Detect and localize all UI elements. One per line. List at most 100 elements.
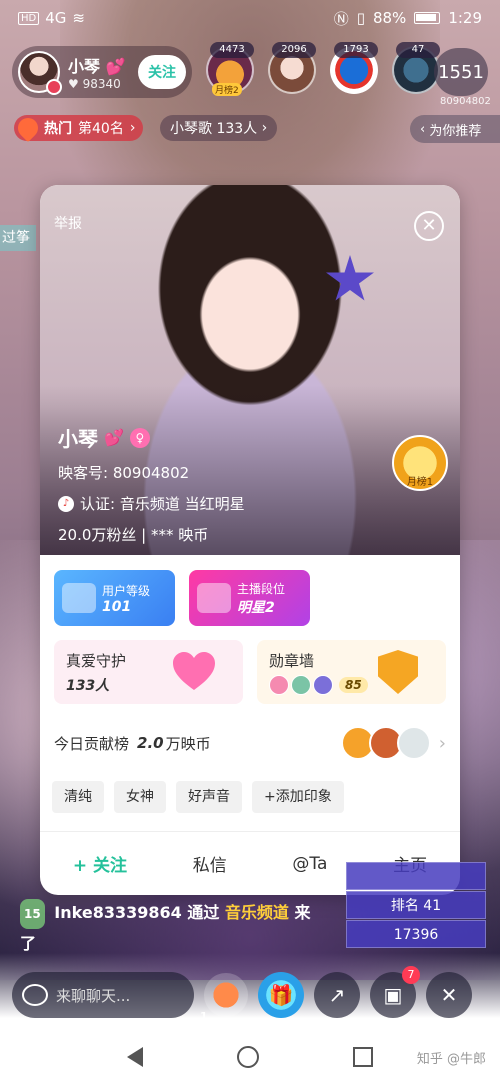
tag-chip[interactable]: 好声音 xyxy=(176,781,242,813)
bear-emoji-icon[interactable] xyxy=(22,984,48,1006)
recent-apps-icon[interactable] xyxy=(353,1046,373,1067)
chevron-left-icon: ‹ xyxy=(420,121,430,137)
song-pill[interactable]: 小琴歌 133人 › xyxy=(160,115,278,141)
heart-icon: 💕 xyxy=(104,428,124,447)
card-cert: ♪ 认证: 音乐频道 当红明星 xyxy=(58,493,245,514)
card-follow-button[interactable]: + 关注 xyxy=(73,851,127,876)
wifi-icon: ≋ xyxy=(72,9,85,27)
medal-icon xyxy=(269,675,289,695)
viewer-count: 1793 xyxy=(334,42,378,58)
love-guard-card[interactable]: 真爱守护 133人 xyxy=(54,640,243,704)
music-badge-icon xyxy=(46,79,62,95)
medal-wall-card[interactable]: 勋章墙 85 xyxy=(257,640,446,704)
host-rank-card[interactable]: 主播段位 明星2 xyxy=(189,570,310,626)
host-avatar[interactable] xyxy=(18,51,62,95)
side-tag: 过筝 xyxy=(0,225,36,251)
report-link[interactable]: 举报 xyxy=(54,213,82,233)
lucky-gift-icon[interactable]: 1 xyxy=(200,973,248,1023)
host-name: 小琴 💕 xyxy=(68,57,126,76)
back-icon[interactable] xyxy=(127,1046,143,1067)
crown-icon xyxy=(62,583,96,613)
chevron-right-icon: › xyxy=(129,120,136,136)
pair-row: 真爱守护 133人 勋章墙 85 xyxy=(54,640,446,704)
badges-row: 用户等级 101 主播段位 明星2 xyxy=(54,570,310,626)
viewer-avatar[interactable]: 4473 月榜2 xyxy=(206,42,254,96)
music-note-icon: ♪ xyxy=(58,495,74,512)
clock: 1:29 xyxy=(448,9,482,27)
host-info: 小琴 💕 ♥ 98340 xyxy=(68,53,126,91)
nfc-icon: Ⓝ xyxy=(333,9,349,28)
card-name: 小琴 💕 ♀ xyxy=(58,423,245,452)
hot-rank-pill[interactable]: 热门 第40名 › xyxy=(13,113,144,143)
battery-icon xyxy=(414,12,441,24)
tag-chip[interactable]: 女神 xyxy=(114,781,166,813)
host-bar[interactable]: 小琴 💕 ♥ 98340 关注 xyxy=(12,46,192,98)
contributor-avatar xyxy=(396,726,431,760)
user-level-title: 用户等级 xyxy=(102,583,151,598)
battery-percent: 88% xyxy=(372,9,407,27)
contrib-unit: 万映币 xyxy=(165,734,211,753)
chat-user[interactable]: Inke83339864 xyxy=(54,903,181,922)
close-icon[interactable]: ✕ xyxy=(426,972,472,1018)
contribution-row[interactable]: 今日贡献榜 2.0 万映币 › xyxy=(54,723,446,763)
viewer-tag: 月榜2 xyxy=(212,83,242,96)
online-count[interactable]: 1551 xyxy=(434,48,488,96)
recommend-button[interactable]: ‹ 为你推荐 xyxy=(410,115,500,143)
contrib-amount: 2.0 xyxy=(137,734,164,752)
mention-button[interactable]: @Ta xyxy=(292,854,327,874)
profile-card: 举报 ✕ 小琴 💕 ♀ 映客号: 80904802 ♪ 认证: 音乐频道 当红明… xyxy=(40,185,460,895)
heart-small-icon: ♥ xyxy=(68,77,83,91)
message-button[interactable]: 私信 xyxy=(193,851,227,876)
contrib-avatars xyxy=(340,726,431,760)
watermark: 知乎 @牛郎 xyxy=(416,1052,486,1067)
heart-icon: 💕 xyxy=(105,57,126,76)
vibrate-icon: ▯ xyxy=(356,9,365,27)
medal-count: 85 xyxy=(339,677,368,693)
follow-button[interactable]: 关注 xyxy=(138,55,186,89)
chevron-right-icon: › xyxy=(261,120,268,136)
host-fans: ♥ 98340 xyxy=(68,77,121,91)
monthly-rank-badge[interactable]: 月榜1 xyxy=(392,435,448,491)
gift-icon[interactable]: 🎁 xyxy=(258,972,304,1018)
rank-row: 排名 41 xyxy=(346,891,486,919)
contrib-label: 今日贡献榜 xyxy=(54,734,130,753)
top-viewers: 4473 月榜2 2096 1793 47 xyxy=(206,42,440,96)
viewer-avatar[interactable]: 47 xyxy=(392,42,440,94)
hot-rank: 第40名 xyxy=(78,121,124,137)
viewer-avatar[interactable]: 2096 xyxy=(268,42,316,94)
fire-icon xyxy=(13,113,43,143)
home-icon[interactable] xyxy=(237,1045,259,1068)
status-bar: HD 4G ≋ Ⓝ ▯ 88% 1:29 xyxy=(0,0,500,36)
card-cert-text: 认证: 音乐频道 当红明星 xyxy=(80,495,245,513)
rank-box[interactable]: 排名 41 17396 xyxy=(346,862,486,948)
viewer-count: 4473 xyxy=(210,42,254,58)
room-id: 80904802 xyxy=(440,96,491,107)
rank-row xyxy=(346,862,486,890)
song-text: 小琴歌 133人 xyxy=(170,121,258,137)
close-icon[interactable]: ✕ xyxy=(414,211,444,241)
recommend-label: 为你推荐 xyxy=(429,123,482,139)
user-level-card[interactable]: 用户等级 101 xyxy=(54,570,175,626)
notification-count: 7 xyxy=(402,966,420,984)
hot-label: 热门 xyxy=(44,121,72,137)
share-icon[interactable]: ↗ xyxy=(314,972,360,1018)
medal-icon xyxy=(313,675,333,695)
user-level-value: 101 xyxy=(102,598,132,615)
status-left: HD 4G ≋ xyxy=(18,9,85,27)
diamond-icon xyxy=(197,583,231,613)
chat-input[interactable]: 来聊聊天... xyxy=(12,972,194,1018)
tag-chip[interactable]: 清纯 xyxy=(52,781,104,813)
impression-tags: 清纯 女神 好声音 +添加印象 xyxy=(52,781,344,813)
lucky-count: 1 xyxy=(200,1010,208,1023)
network-label: 4G xyxy=(45,9,67,27)
user-level-badge: 15 xyxy=(20,899,45,929)
card-name-text: 小琴 xyxy=(58,427,98,451)
chat-message: 15 Inke83339864 通过 音乐频道 来了 xyxy=(20,898,320,959)
viewer-avatar[interactable]: 1793 xyxy=(330,42,378,94)
card-info: 小琴 💕 ♀ 映客号: 80904802 ♪ 认证: 音乐频道 当红明星 20.… xyxy=(58,423,245,545)
add-impression-button[interactable]: +添加印象 xyxy=(252,781,344,813)
host-rank-title: 主播段位 xyxy=(237,581,286,596)
bag-icon[interactable]: ▣ 7 xyxy=(370,966,420,1018)
rank-row: 17396 xyxy=(346,920,486,948)
chat-source: 音乐频道 xyxy=(224,903,289,922)
